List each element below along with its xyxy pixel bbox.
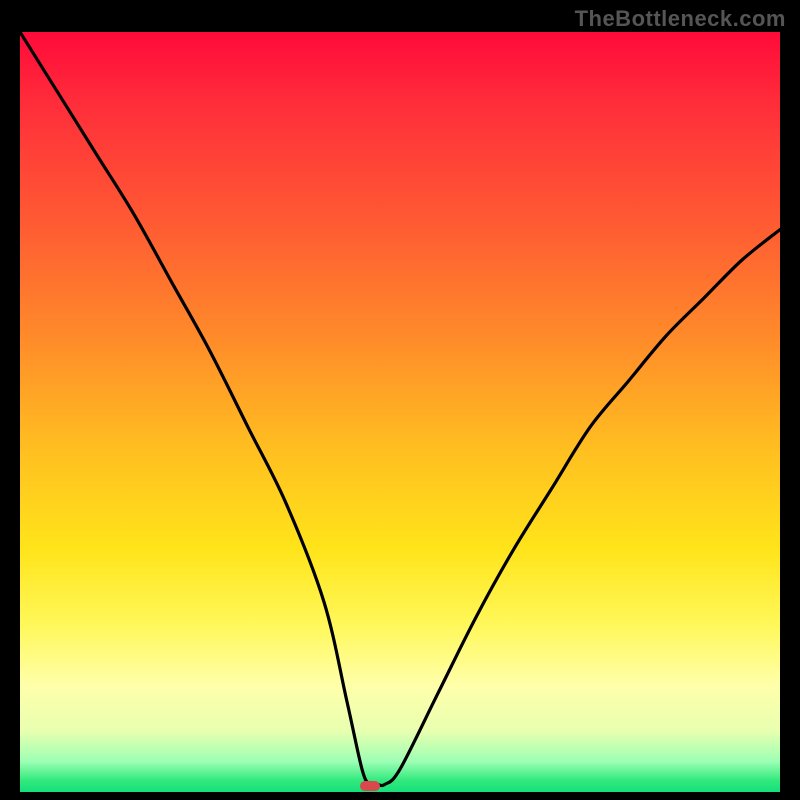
bottleneck-curve-path bbox=[20, 32, 780, 786]
optimum-marker bbox=[360, 781, 380, 791]
chart-stage: TheBottleneck.com bbox=[0, 0, 800, 800]
plot-area bbox=[20, 32, 780, 792]
watermark-text: TheBottleneck.com bbox=[575, 6, 786, 32]
curve-svg bbox=[20, 32, 780, 792]
